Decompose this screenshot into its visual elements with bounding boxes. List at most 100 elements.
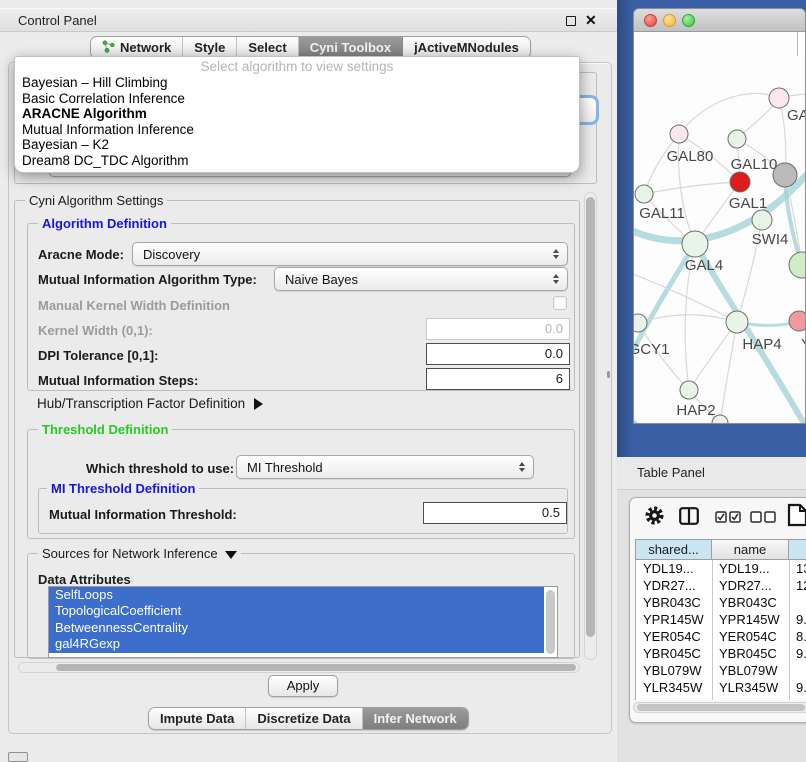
- table-settings-gear-icon[interactable]: [644, 505, 665, 529]
- network-node-gal4[interactable]: [682, 231, 708, 257]
- which-threshold-select[interactable]: MI Threshold: [236, 455, 534, 479]
- table-row[interactable]: YER054CYER054C8.: [636, 628, 806, 645]
- tab-label: Discretize Data: [257, 711, 350, 726]
- tab-impute-data[interactable]: Impute Data: [149, 708, 246, 729]
- new-table-document-icon[interactable]: [787, 503, 806, 530]
- manual-kernel-checkbox[interactable]: [553, 296, 567, 310]
- tab-infer-network[interactable]: Infer Network: [363, 708, 468, 729]
- mi-threshold-input[interactable]: 0.5: [423, 502, 567, 524]
- network-node-swi4[interactable]: [752, 210, 772, 230]
- table-row[interactable]: YDR27...YDR27...12: [636, 577, 806, 594]
- expanded-arrow-icon[interactable]: [225, 551, 237, 559]
- table-panel-title: Table Panel: [637, 457, 705, 489]
- attribute-item-topologicalcoefficient[interactable]: TopologicalCoefficient: [49, 603, 544, 619]
- tab-cyni-toolbox[interactable]: Cyni Toolbox: [299, 37, 403, 58]
- table-cell: YIL052C: [719, 696, 789, 700]
- tab-label: Network: [120, 40, 171, 55]
- column-header-name[interactable]: name: [711, 539, 789, 560]
- dropdown-item-aracne-algorithm[interactable]: ARACNE Algorithm: [15, 106, 579, 122]
- column-header-a[interactable]: A: [788, 539, 806, 560]
- table-cell: YBR043C: [643, 594, 712, 611]
- settings-vertical-scrollbar[interactable]: [584, 192, 597, 660]
- network-node-gcy1[interactable]: [634, 314, 647, 332]
- table-cell: YPR145W: [719, 611, 789, 628]
- data-attributes-list[interactable]: SelfLoopsTopologicalCoefficientBetweenne…: [48, 586, 558, 658]
- column-header-shared[interactable]: shared...: [635, 539, 712, 560]
- settings-horizontal-scrollbar[interactable]: [18, 662, 580, 673]
- network-window-titlebar[interactable]: [634, 9, 805, 32]
- collapsed-arrow-icon[interactable]: [254, 398, 263, 410]
- network-vertical-scrollbar[interactable]: [797, 32, 806, 56]
- which-threshold-label: Which threshold to use:: [86, 461, 234, 476]
- network-node-y[interactable]: [789, 311, 806, 331]
- tab-select[interactable]: Select: [237, 37, 298, 58]
- hub-definition-expander[interactable]: Hub/Transcription Factor Definition: [37, 396, 263, 411]
- kernel-width-input[interactable]: 0.0: [426, 318, 570, 340]
- deselect-all-icon[interactable]: [750, 511, 777, 526]
- network-node-gal1[interactable]: [730, 172, 750, 192]
- node-label-swi4: SWI4: [752, 231, 789, 248]
- network-node-gal80[interactable]: [670, 125, 688, 143]
- network-node-gal10[interactable]: [728, 130, 746, 148]
- aracne-mode-select[interactable]: Discovery: [132, 242, 568, 266]
- application-window: Control Panel ✕ Network StyleSelectCyni T…: [0, 0, 806, 762]
- apply-button[interactable]: Apply: [268, 675, 338, 697]
- table-row[interactable]: YLR345WYLR345W9.: [636, 679, 806, 696]
- attribute-item-selfloops[interactable]: SelfLoops: [49, 587, 544, 603]
- node-label-y: Y: [801, 336, 806, 353]
- network-node-gal11[interactable]: [635, 185, 653, 203]
- float-panel-icon[interactable]: [566, 16, 576, 26]
- attribute-item-gal4rgexp[interactable]: gal4RGexp: [49, 636, 544, 652]
- tab-discretize-data[interactable]: Discretize Data: [246, 708, 362, 729]
- table-cell: YBR045C: [643, 645, 712, 662]
- table-cell: YER054C: [643, 628, 712, 645]
- network-node[interactable]: [789, 252, 806, 278]
- tab-jactivemnodules[interactable]: jActiveMNodules: [403, 37, 530, 58]
- network-node-hap4[interactable]: [726, 311, 748, 333]
- dropdown-item-bayesian-k2[interactable]: Bayesian – K2: [15, 137, 579, 153]
- table-hscroll-thumb[interactable]: [637, 704, 805, 711]
- spinner-arrows-icon: [553, 249, 559, 259]
- dropdown-item-mutual-information-inference[interactable]: Mutual Information Inference: [15, 122, 579, 138]
- dropdown-item-list: Bayesian – Hill ClimbingBasic Correlatio…: [15, 75, 579, 169]
- network-node-hap2[interactable]: [680, 381, 698, 399]
- dpi-tolerance-input[interactable]: 0.0: [426, 343, 570, 365]
- control-panel-titlebar: Control Panel ✕: [0, 8, 620, 32]
- table-row[interactable]: YDL19...YDL19...13: [636, 560, 806, 577]
- tab-style[interactable]: Style: [183, 37, 237, 58]
- zoom-traffic-light-icon[interactable]: [682, 14, 695, 27]
- network-node-gal[interactable]: [769, 88, 789, 108]
- dropdown-item-dream8-dc-tdc-algorithm[interactable]: Dream8 DC_TDC Algorithm: [15, 153, 579, 169]
- dropdown-item-basic-correlation-inference[interactable]: Basic Correlation Inference: [15, 91, 579, 107]
- table-row[interactable]: YBL079WYBL079W: [636, 662, 806, 679]
- list-scrollbar-thumb[interactable]: [546, 590, 555, 654]
- attribute-item-betweennesscentrality[interactable]: BetweennessCentrality: [49, 620, 544, 636]
- column-view-icon[interactable]: [679, 507, 699, 528]
- tab-network[interactable]: Network: [91, 37, 183, 58]
- threshold-definition-group: Threshold Definition Which threshold to …: [27, 429, 575, 539]
- table-horizontal-scrollbar[interactable]: [633, 702, 806, 713]
- splitter-handle[interactable]: [607, 371, 610, 378]
- threshold-definition-title: Threshold Definition: [38, 422, 172, 437]
- network-node[interactable]: [773, 163, 797, 187]
- table-cell: 9.: [796, 645, 806, 662]
- close-traffic-light-icon[interactable]: [644, 14, 657, 27]
- which-threshold-value: MI Threshold: [247, 456, 323, 478]
- close-panel-icon[interactable]: ✕: [585, 12, 597, 29]
- mi-steps-input[interactable]: 6: [426, 368, 570, 390]
- network-icon: [102, 40, 115, 56]
- dropdown-item-bayesian-hill-climbing[interactable]: Bayesian – Hill Climbing: [15, 75, 579, 91]
- settings-hscroll-thumb[interactable]: [56, 664, 576, 671]
- network-canvas[interactable]: GALGAL80GAL10GAL1GAL11SWI4GAL4GCY1HAP4YH…: [634, 32, 806, 424]
- minimized-panel-icon[interactable]: [8, 752, 28, 762]
- network-view-window[interactable]: GALGAL80GAL10GAL1GAL11SWI4GAL4GCY1HAP4YH…: [633, 8, 806, 424]
- table-row[interactable]: YBR045CYBR045C9.: [636, 645, 806, 662]
- minimize-traffic-light-icon[interactable]: [663, 14, 676, 27]
- select-all-icon[interactable]: [715, 511, 742, 526]
- mi-type-select[interactable]: Naive Bayes: [274, 267, 568, 291]
- table-row[interactable]: YIL052CYIL052C9.: [636, 696, 806, 700]
- settings-vscroll-thumb[interactable]: [586, 197, 595, 637]
- spinner-arrows-icon: [519, 462, 525, 472]
- table-row[interactable]: YPR145WYPR145W9.: [636, 611, 806, 628]
- table-row[interactable]: YBR043CYBR043C: [636, 594, 806, 611]
